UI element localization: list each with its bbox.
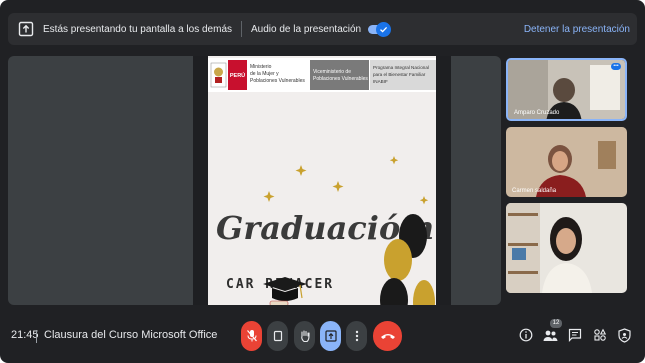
participant-tile-3[interactable] <box>506 203 627 293</box>
leave-call-button[interactable] <box>373 321 402 351</box>
camera-off-icon <box>273 330 282 342</box>
ministry-line-1: Ministerio <box>250 64 272 70</box>
government-logo-strip: PERÚ Ministerio de la Mujer y Poblacione… <box>208 58 436 92</box>
toggle-camera-button[interactable] <box>267 321 288 351</box>
activities-button[interactable] <box>592 326 608 344</box>
slide: PERÚ Ministerio de la Mujer y Poblacione… <box>208 56 436 305</box>
program-line-1: Programa Integral Nacional <box>373 65 429 70</box>
presenting-text: Estás presentando tu pantalla a los demá… <box>43 23 233 35</box>
ministry-line-3: Poblaciones Vulnerables <box>250 78 305 84</box>
participant-video <box>506 203 627 293</box>
sparkles <box>263 156 429 205</box>
ministry-line-2: de la Mujer y <box>250 71 279 77</box>
country-label: PERÚ <box>230 72 245 79</box>
raise-hand-icon <box>300 330 310 343</box>
presented-screen: PERÚ Ministerio de la Mujer y Poblacione… <box>193 56 451 305</box>
presenting-banner: Estás presentando tu pantalla a los demá… <box>8 13 637 45</box>
participant-video <box>506 127 627 197</box>
end-call-icon <box>380 334 395 339</box>
activities-icon <box>594 328 607 341</box>
people-icon <box>543 330 557 341</box>
bottom-divider <box>36 330 37 343</box>
check-icon <box>380 26 388 33</box>
chat-button[interactable] <box>567 326 583 344</box>
more-vert-icon <box>355 330 358 342</box>
participant-count-badge: 12 <box>550 319 562 328</box>
presentation-audio-label: Audio de la presentación <box>251 23 362 35</box>
mic-off-icon <box>246 330 257 342</box>
present-now-icon <box>324 330 337 342</box>
raise-hand-button[interactable] <box>294 321 315 351</box>
chat-icon <box>568 328 582 342</box>
more-options-button[interactable] <box>346 321 367 351</box>
participant-tile-amparo[interactable]: ••• Amparo Cruzado <box>506 58 627 121</box>
speaking-indicator: ••• <box>611 63 621 70</box>
vice-ministry-line-1: Viceministerio de <box>313 69 351 75</box>
stop-presenting-button[interactable]: Detener la presentación <box>524 24 630 35</box>
participant-tile-carmen[interactable]: Carmen saldaña <box>506 127 627 197</box>
toggle-mic-button[interactable] <box>241 321 262 351</box>
graduation-artwork: Graduaciόm CAR RENACER <box>216 156 435 305</box>
participant-name: Amparo Cruzado <box>514 110 560 116</box>
vice-ministry-line-2: Poblaciones Vulnerables <box>313 76 368 82</box>
main-stage: PERÚ Ministerio de la Mujer y Poblacione… <box>8 56 501 305</box>
program-line-3: INABIF <box>373 79 388 84</box>
participant-name: Carmen saldaña <box>512 188 557 194</box>
meet-window: Estás presentando tu pantalla a los demá… <box>0 0 645 363</box>
presentation-audio-toggle[interactable] <box>368 21 392 37</box>
people-button[interactable] <box>542 326 558 344</box>
control-bar: 21:45 Clausura del Curso Microsoft Offic… <box>0 310 645 363</box>
host-controls-button[interactable] <box>616 326 632 344</box>
host-controls-icon <box>617 327 631 343</box>
present-screen-icon <box>18 21 34 37</box>
banner-divider <box>241 21 243 37</box>
current-time: 21:45 <box>11 329 39 341</box>
meeting-details-button[interactable] <box>518 326 534 344</box>
meeting-title: Clausura del Curso Microsoft Office <box>44 329 218 341</box>
program-line-2: para el Bienestar Familiar <box>373 72 426 77</box>
info-icon <box>519 328 533 342</box>
graduation-cap-icon <box>263 277 307 305</box>
present-now-button[interactable] <box>320 321 341 351</box>
